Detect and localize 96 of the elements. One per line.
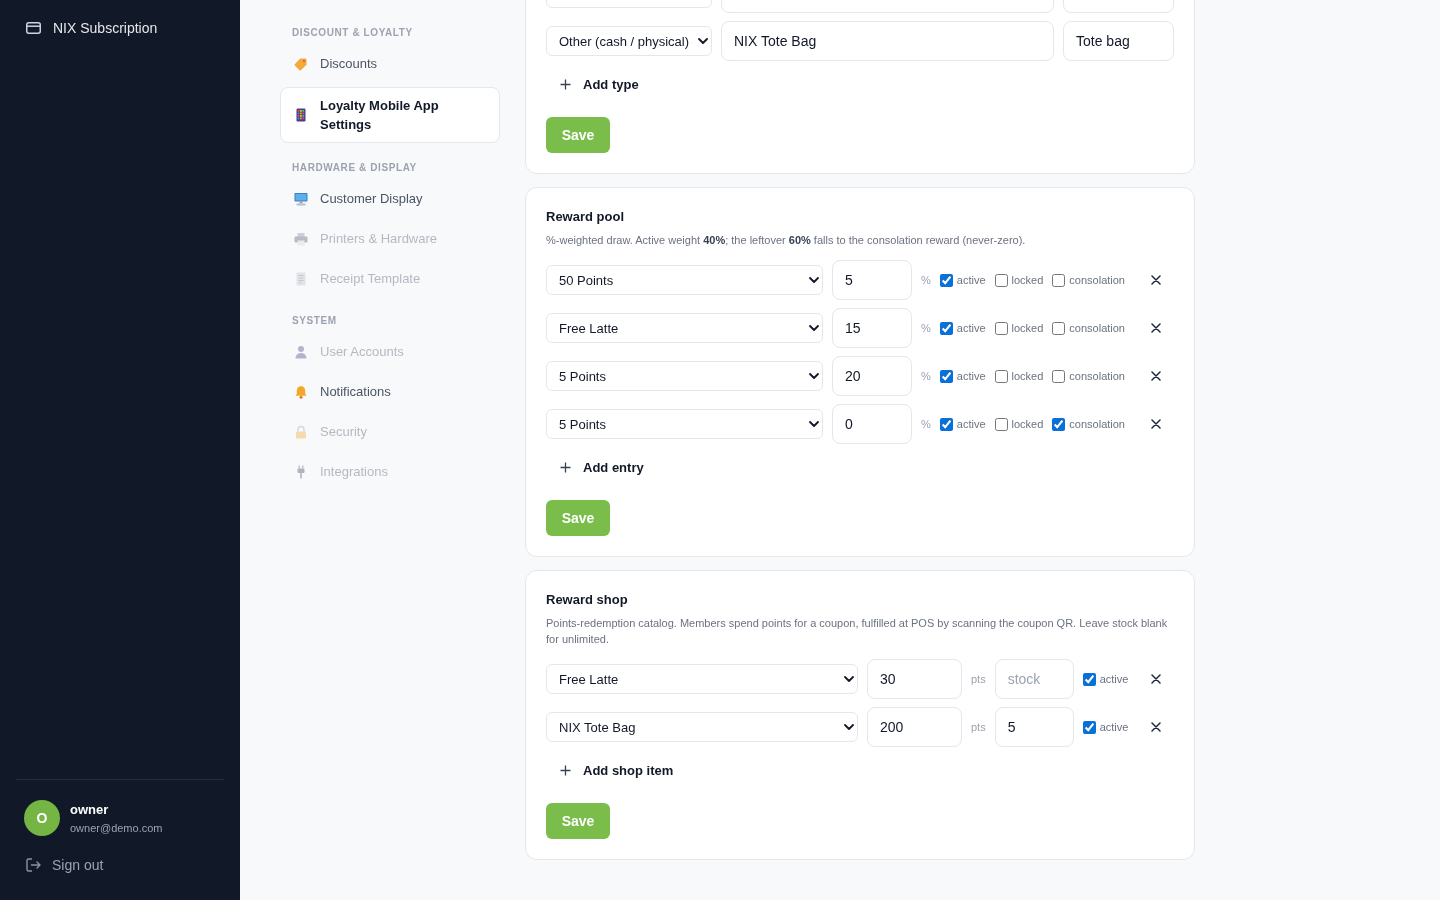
close-icon bbox=[1151, 275, 1161, 285]
sidebar-item[interactable]: NIX Subscription bbox=[16, 10, 224, 46]
checkbox[interactable] bbox=[1052, 273, 1066, 287]
user-icon bbox=[294, 345, 308, 359]
chevron-down-icon bbox=[809, 373, 819, 379]
chevron-down-icon bbox=[809, 277, 819, 283]
settings-nav-item[interactable]: Notifications bbox=[280, 373, 500, 411]
checkbox-label: active bbox=[956, 274, 986, 286]
lock-icon bbox=[294, 425, 308, 439]
unit-label: % bbox=[921, 370, 931, 382]
checkbox[interactable] bbox=[939, 273, 953, 287]
checkbox[interactable] bbox=[994, 369, 1008, 383]
checkbox-label: locked bbox=[1011, 418, 1044, 430]
checkbox[interactable] bbox=[939, 369, 953, 383]
checkbox[interactable] bbox=[1052, 321, 1066, 335]
card-description: Points-redemption catalog. Members spend points for a coupon, fulfilled at POS by scanning the coupon QR. Leave stock blank for unlimited. bbox=[546, 616, 1169, 647]
close-icon bbox=[1151, 419, 1161, 429]
checkbox-label: consolation bbox=[1069, 418, 1125, 430]
checkbox[interactable] bbox=[994, 321, 1008, 335]
checkbox-label: active bbox=[956, 322, 986, 334]
unit-label: pts bbox=[971, 721, 986, 733]
checkbox[interactable] bbox=[1052, 369, 1066, 383]
chevron-down-icon bbox=[844, 724, 854, 730]
checkbox-label: consolation bbox=[1069, 322, 1125, 334]
checkbox-label: active bbox=[1099, 721, 1129, 733]
checkbox-label: locked bbox=[1011, 322, 1044, 334]
reward-dropdown[interactable]: 50 Points bbox=[546, 265, 823, 295]
section-heading: HARDWARE & DISPLAY bbox=[291, 161, 418, 175]
checkbox-label: locked bbox=[1011, 370, 1044, 382]
reward-dropdown[interactable]: 5 Points bbox=[546, 361, 823, 391]
text-input[interactable]: Tote bag bbox=[1063, 21, 1174, 61]
checkbox[interactable] bbox=[994, 417, 1008, 431]
weight-input[interactable]: 15 bbox=[832, 308, 912, 348]
chevron-down-icon bbox=[844, 676, 854, 682]
checkbox-label: active bbox=[956, 370, 986, 382]
checkbox[interactable] bbox=[1082, 672, 1096, 686]
section-heading: SYSTEM bbox=[291, 314, 338, 328]
reward-dropdown[interactable]: NIX Tote Bag bbox=[546, 712, 858, 742]
app-grid-icon bbox=[294, 108, 308, 122]
user-name: owner bbox=[70, 800, 110, 819]
avatar: O bbox=[24, 800, 60, 836]
tag-icon bbox=[294, 57, 308, 71]
stock-input[interactable]: 5 bbox=[994, 707, 1074, 747]
card-description: %-weighted draw. Active weight 40%; the leftover 60% falls to the consolation reward (never-zero). bbox=[546, 233, 1027, 248]
close-icon bbox=[1151, 371, 1161, 381]
plus-icon bbox=[560, 461, 571, 473]
bell-icon bbox=[294, 385, 308, 399]
chevron-down-icon bbox=[698, 38, 708, 44]
checkbox[interactable] bbox=[939, 417, 953, 431]
settings-nav-item[interactable]: Discounts bbox=[280, 45, 500, 83]
unit-label: % bbox=[921, 322, 931, 334]
type-dropdown[interactable]: Other (cash / physical) bbox=[546, 26, 712, 56]
plus-icon bbox=[560, 78, 571, 90]
unit-label: % bbox=[921, 274, 931, 286]
printer-icon bbox=[294, 232, 308, 246]
checkbox-label: locked bbox=[1011, 274, 1044, 286]
chevron-down-icon bbox=[809, 421, 819, 427]
card-title: Reward pool bbox=[546, 208, 625, 226]
chevron-down-icon bbox=[809, 325, 819, 331]
reward-dropdown[interactable]: 5 Points bbox=[546, 409, 823, 439]
add-button[interactable]: Add shop item bbox=[546, 755, 674, 785]
close-icon bbox=[1151, 722, 1161, 732]
weight-input[interactable]: 0 bbox=[832, 404, 912, 444]
stock-input[interactable]: stock bbox=[994, 659, 1074, 699]
weight-input[interactable]: 20 bbox=[832, 356, 912, 396]
weight-input[interactable]: 5 bbox=[832, 260, 912, 300]
card-title: Reward shop bbox=[546, 591, 629, 609]
checkbox[interactable] bbox=[994, 273, 1008, 287]
plus-icon bbox=[560, 764, 571, 776]
checkbox-label: consolation bbox=[1069, 274, 1125, 286]
unit-label: % bbox=[921, 418, 931, 430]
sign-out-icon bbox=[26, 858, 41, 872]
checkbox-label: consolation bbox=[1069, 370, 1125, 382]
close-icon bbox=[1151, 323, 1161, 333]
points-input[interactable]: 30 bbox=[867, 659, 962, 699]
checkbox-label: active bbox=[1099, 673, 1129, 685]
checkbox-label: active bbox=[956, 418, 986, 430]
section-heading: DISCOUNT & LOYALTY bbox=[291, 26, 414, 40]
monitor-icon bbox=[294, 192, 308, 206]
checkbox[interactable] bbox=[1082, 720, 1096, 734]
add-button[interactable]: Add type bbox=[546, 69, 639, 99]
sign-out-button[interactable]: Sign out bbox=[16, 850, 104, 880]
name-input[interactable]: NIX Tote Bag bbox=[721, 21, 1054, 61]
settings-nav-item[interactable]: Customer Display bbox=[280, 180, 500, 218]
reward-dropdown[interactable]: Free Latte bbox=[546, 664, 858, 694]
user-email: owner@demo.com bbox=[70, 820, 163, 836]
document-icon bbox=[294, 272, 308, 286]
card-icon bbox=[26, 22, 41, 34]
checkbox[interactable] bbox=[1052, 417, 1066, 431]
points-input[interactable]: 200 bbox=[867, 707, 962, 747]
close-icon bbox=[1151, 674, 1161, 684]
unit-label: pts bbox=[971, 673, 986, 685]
add-button[interactable]: Add entry bbox=[546, 452, 644, 482]
settings-nav-item[interactable]: Loyalty Mobile App Settings bbox=[280, 87, 500, 143]
checkbox[interactable] bbox=[939, 321, 953, 335]
reward-dropdown[interactable]: Free Latte bbox=[546, 313, 823, 343]
